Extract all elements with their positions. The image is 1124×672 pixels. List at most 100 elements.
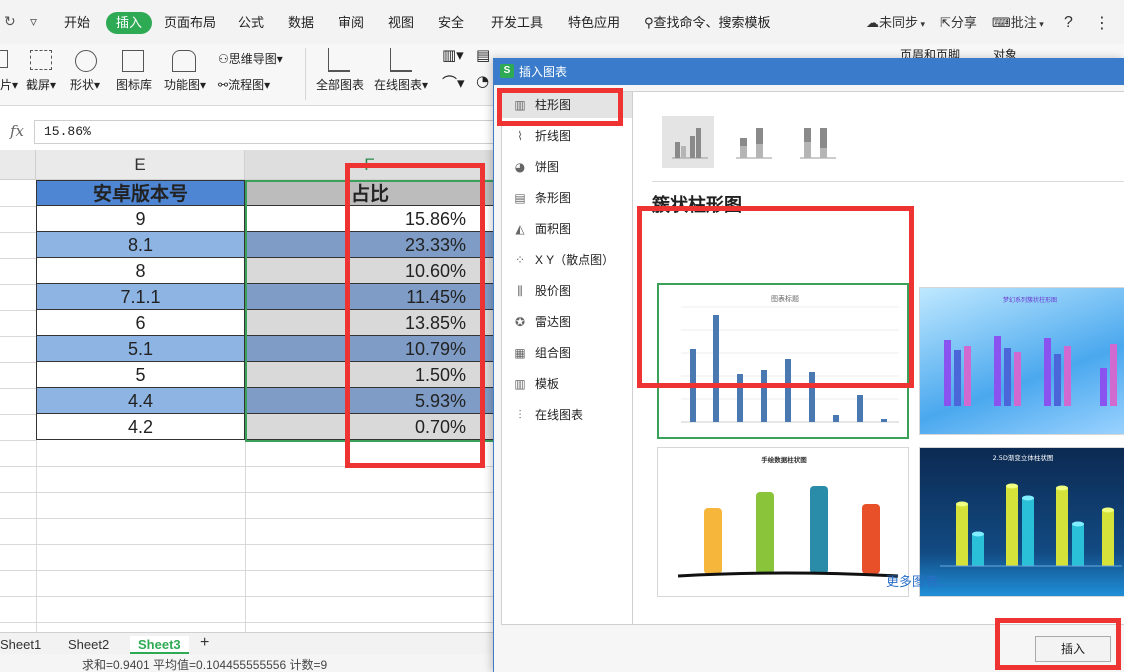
mindmap-icon: ⚇	[218, 52, 229, 66]
online-charts-button[interactable]: 在线图表▾	[374, 76, 428, 93]
chart-type-label: 在线图表	[535, 408, 584, 422]
cell-version[interactable]: 7.1.1	[36, 284, 245, 310]
line-chart-small-icon[interactable]: ⌒▾	[442, 72, 465, 93]
spreadsheet-grid[interactable]: E F 安卓版本号 占比 9 15.86% 8.1 23.33% 8 10.60…	[0, 150, 495, 632]
function-chart-icon[interactable]	[172, 50, 196, 72]
cell-version[interactable]: 4.2	[36, 414, 245, 440]
column-header-d[interactable]	[0, 150, 36, 180]
sync-status[interactable]: ☁未同步 ▾	[866, 12, 925, 34]
more-charts-link[interactable]: 更多图表......	[886, 571, 960, 590]
cell-version[interactable]: 9	[36, 206, 245, 232]
sheet-tab-2[interactable]: Sheet2	[68, 636, 109, 654]
chart-type-column[interactable]: ▥ 柱形图	[502, 92, 632, 118]
sheet-tab-1[interactable]: Sheet1	[0, 636, 41, 654]
mindmap-button[interactable]: ⚇思维导图▾	[218, 50, 283, 67]
more-options-icon[interactable]: ⋮	[1094, 12, 1110, 34]
tab-data[interactable]: 数据	[288, 12, 314, 34]
chart-type-pie[interactable]: ◕ 饼图	[502, 154, 632, 180]
tab-view[interactable]: 视图	[388, 12, 414, 34]
chart-type-radar[interactable]: ✪ 雷达图	[502, 309, 632, 335]
column-header-f[interactable]: F	[245, 150, 495, 180]
tab-special[interactable]: 特色应用	[568, 12, 620, 34]
fx-icon[interactable]: fx	[10, 122, 24, 140]
cell-version[interactable]: 8	[36, 258, 245, 284]
cell-share[interactable]: 15.86%	[245, 206, 495, 232]
screenshot-icon[interactable]	[30, 50, 52, 70]
cell-share[interactable]: 11.45%	[245, 284, 495, 310]
tab-insert[interactable]: 插入	[106, 12, 153, 34]
cell-version[interactable]: 6	[36, 310, 245, 336]
online-charts-icon[interactable]	[390, 48, 412, 72]
cell-share[interactable]: 1.50%	[245, 362, 495, 388]
gridline	[0, 518, 495, 519]
cell-share[interactable]: 0.70%	[245, 414, 495, 440]
dialog-footer: 插入	[494, 625, 1124, 672]
wps-logo-icon: S	[500, 64, 514, 78]
tab-review[interactable]: 审阅	[338, 12, 364, 34]
cell-share[interactable]: 10.79%	[245, 336, 495, 362]
screenshot-button[interactable]: 截屏▾	[26, 76, 56, 93]
flowchart-button[interactable]: ⚯流程图▾	[218, 76, 270, 93]
gridline	[0, 206, 36, 207]
chart-type-line[interactable]: ⌇ 折线图	[502, 123, 632, 149]
cell-version[interactable]: 5.1	[36, 336, 245, 362]
area-chart-icon: ◭	[515, 222, 525, 236]
cell-version[interactable]: 8.1	[36, 232, 245, 258]
shapes-button[interactable]: 形状▾	[70, 76, 100, 93]
chart-type-scatter[interactable]: ⁘ X Y（散点图）	[502, 247, 632, 273]
chart-type-template[interactable]: ▥ 模板	[502, 371, 632, 397]
formula-input[interactable]: 15.86%	[34, 120, 500, 144]
subtype-stacked-column[interactable]	[726, 116, 778, 168]
chart-type-online[interactable]: ⫶ 在线图表	[502, 402, 632, 428]
chart-thumbnail-gradient[interactable]: 梦幻系列簇状柱形图	[919, 287, 1124, 435]
insert-button[interactable]: 插入	[1035, 636, 1111, 662]
table-icon[interactable]	[0, 50, 8, 68]
chart-type-stock[interactable]: ⫼ 股价图	[502, 278, 632, 304]
header-cell-version[interactable]: 安卓版本号	[36, 180, 245, 206]
icon-library-button[interactable]: 图标库	[116, 76, 152, 93]
cell-share[interactable]: 10.60%	[245, 258, 495, 284]
tab-formulas[interactable]: 公式	[238, 12, 264, 34]
cell-share[interactable]: 5.93%	[245, 388, 495, 414]
tab-security[interactable]: 安全	[438, 12, 464, 34]
chart-type-combo[interactable]: ▦ 组合图	[502, 340, 632, 366]
bar-chart-small-icon[interactable]: ▤	[476, 46, 490, 64]
shapes-icon[interactable]	[75, 50, 97, 72]
add-sheet-button[interactable]: +	[200, 634, 209, 652]
column-chart-small-icon[interactable]: ▥▾	[442, 46, 464, 64]
icon-library-icon[interactable]	[122, 50, 144, 72]
tab-home[interactable]: 开始	[64, 12, 90, 34]
online-chart-icon: ⫶	[518, 408, 522, 422]
column-header-e[interactable]: E	[36, 150, 245, 180]
cell-version[interactable]: 4.4	[36, 388, 245, 414]
comment-button[interactable]: ⌨批注 ▾	[992, 12, 1044, 34]
subtype-clustered-column[interactable]	[662, 116, 714, 168]
sheet-tab-3[interactable]: Sheet3	[130, 636, 189, 654]
chart-thumbnail-default[interactable]: 图表标题	[657, 283, 909, 439]
chart-thumbnail-handdrawn[interactable]: 手绘数据柱状图	[657, 447, 909, 597]
header-cell-share[interactable]: 占比	[245, 180, 495, 206]
help-button[interactable]: ?	[1064, 12, 1073, 34]
all-charts-button[interactable]: 全部图表	[316, 76, 364, 93]
gridline	[0, 466, 495, 467]
dialog-title-bar[interactable]: S 插入图表	[494, 58, 1124, 85]
function-chart-label: 功能图	[164, 78, 201, 92]
search-icon: ⚲	[644, 16, 654, 31]
tab-page-layout[interactable]: 页面布局	[164, 12, 216, 34]
share-button[interactable]: ⇱分享	[940, 12, 977, 34]
chart-type-label: 雷达图	[535, 315, 572, 329]
chart-type-area[interactable]: ◭ 面积图	[502, 216, 632, 242]
all-charts-icon[interactable]	[328, 48, 350, 72]
chart-type-bar[interactable]: ▤ 条形图	[502, 185, 632, 211]
quick-access-dropdown-icon[interactable]: ▿	[30, 14, 37, 30]
function-chart-button[interactable]: 功能图▾	[164, 76, 206, 93]
command-search[interactable]: ⚲查找命令、搜索模板	[644, 12, 771, 34]
pie-chart-small-icon[interactable]: ◔	[476, 72, 489, 90]
cell-share[interactable]: 13.85%	[245, 310, 495, 336]
cell-version[interactable]: 5	[36, 362, 245, 388]
tab-developer[interactable]: 开发工具	[491, 12, 543, 34]
cell-share[interactable]: 23.33%	[245, 232, 495, 258]
bar-chart-icon: ▤	[514, 191, 526, 205]
subtype-percent-stacked-column[interactable]	[790, 116, 842, 168]
redo-icon[interactable]: ↻	[4, 14, 16, 30]
